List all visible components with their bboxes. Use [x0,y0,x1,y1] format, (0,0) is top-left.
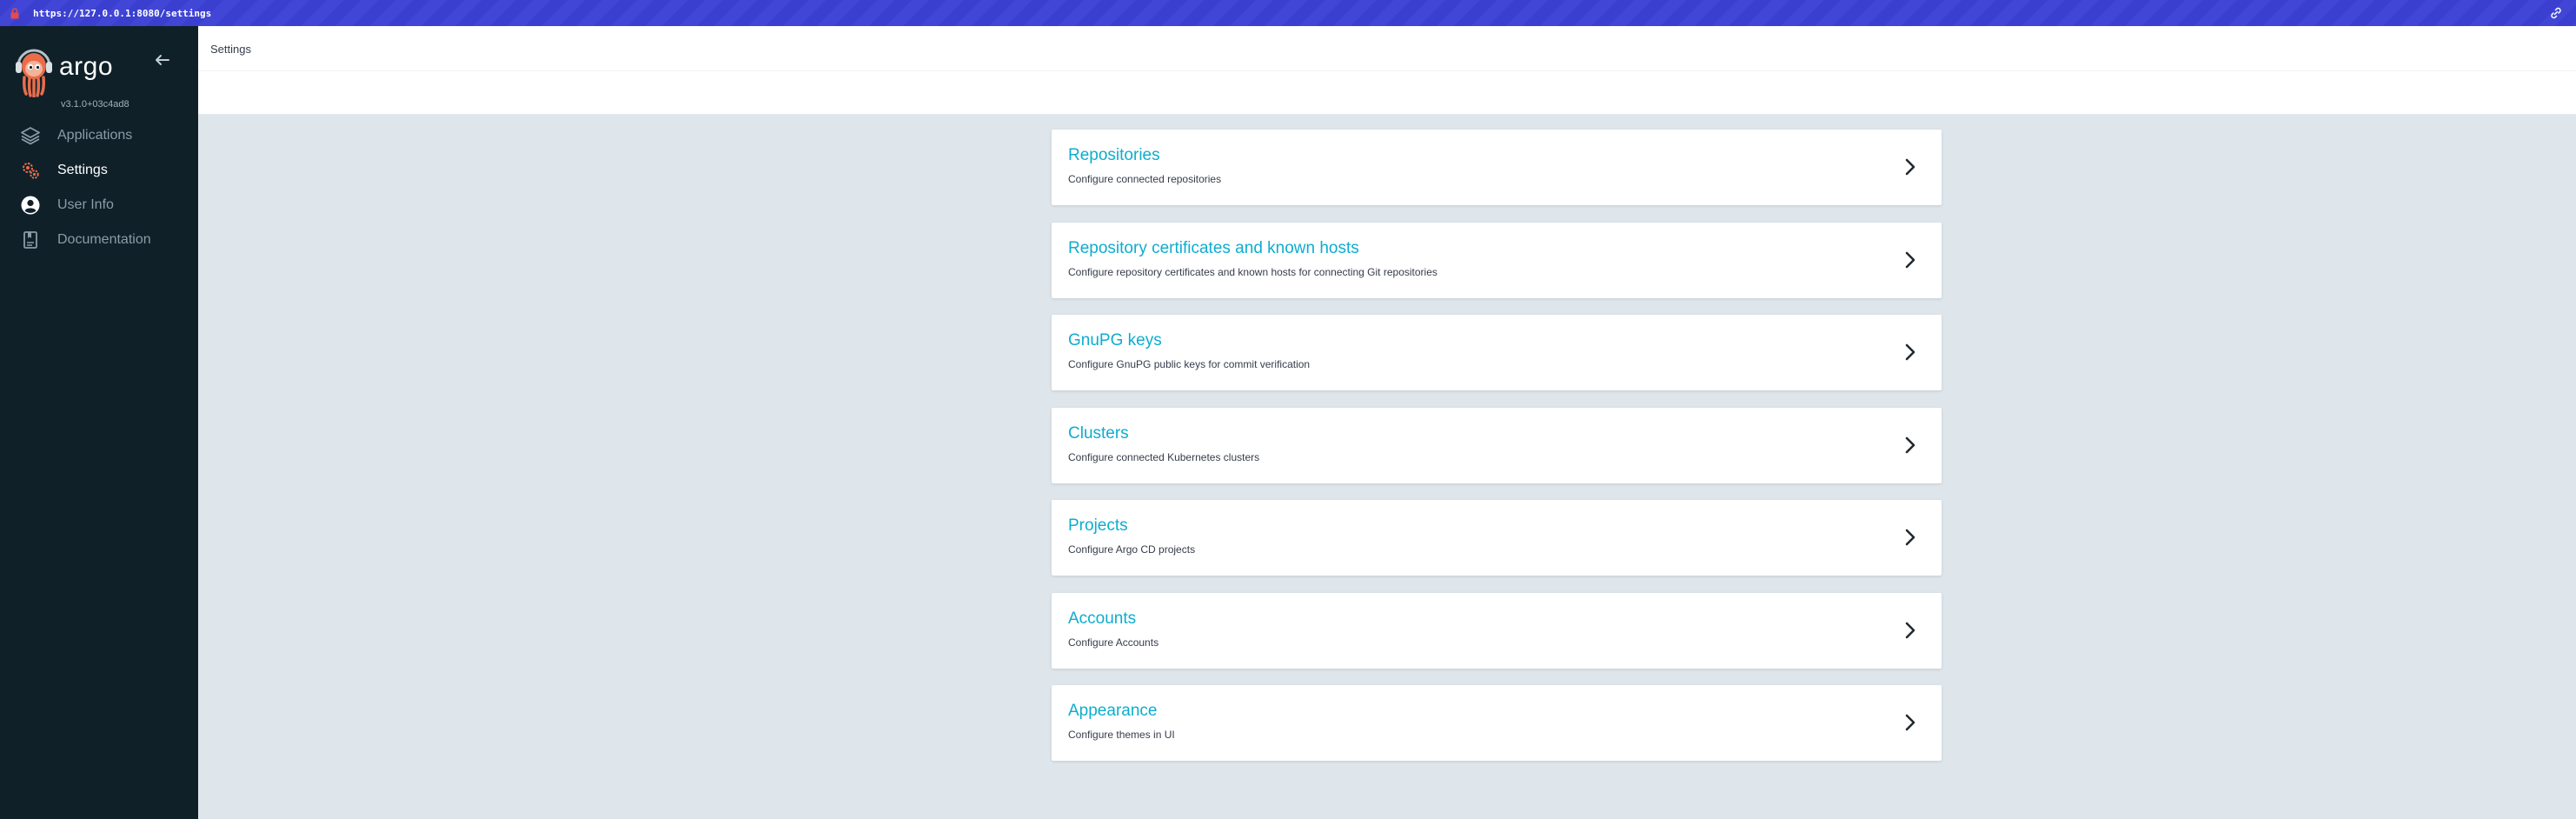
sidebar-item-applications[interactable]: Applications [0,118,198,153]
url-bar: https://127.0.0.1:8080/settings [0,0,2576,26]
page-title: Settings [210,43,251,56]
user-circle-icon [19,194,42,216]
argo-logo-icon [12,47,56,98]
layers-icon [19,124,42,147]
insecure-lock-icon [9,7,21,19]
chevron-right-icon[interactable] [1902,528,1919,547]
sidebar-item-documentation[interactable]: Documentation [0,223,198,257]
settings-card-projects[interactable]: Projects Configure Argo CD projects [1052,500,1942,576]
link-icon[interactable] [2548,5,2564,21]
sidebar-item-label: User Info [57,197,114,212]
url-text[interactable]: https://127.0.0.1:8080/settings [33,8,211,19]
card-title[interactable]: Projects [1068,516,1128,536]
sidebar-item-settings[interactable]: Settings [0,153,198,188]
card-title[interactable]: Repositories [1068,146,1160,165]
sidebar-nav: Applications Settings User Info Document… [0,118,198,257]
chevron-right-icon[interactable] [1902,436,1919,455]
card-description: Configure repository certificates and kn… [1068,265,1437,278]
settings-card-clusters[interactable]: Clusters Configure connected Kubernetes … [1052,407,1942,483]
card-title[interactable]: Appearance [1068,702,1157,721]
settings-card-gnupg-keys[interactable]: GnuPG keys Configure GnuPG public keys f… [1052,315,1942,390]
chevron-right-icon[interactable] [1902,713,1919,732]
chevron-right-icon[interactable] [1902,621,1919,640]
card-description: Configure GnuPG public keys for commit v… [1068,358,1311,370]
chevron-right-icon[interactable] [1902,343,1919,362]
card-description: Configure connected repositories [1068,173,1222,185]
card-title[interactable]: GnuPG keys [1068,331,1162,350]
collapse-sidebar-button[interactable] [151,49,174,71]
card-title[interactable]: Clusters [1068,424,1129,443]
sidebar-item-label: Settings [57,163,108,177]
page-header: Settings [198,26,2576,115]
card-title[interactable]: Repository certificates and known hosts [1068,239,1359,258]
chevron-right-icon[interactable] [1902,157,1919,176]
sidebar: argo v3.1.0+03c4ad8 Applications Setting… [0,26,198,819]
card-description: Configure themes in UI [1068,729,1175,741]
card-description: Configure Accounts [1068,636,1159,649]
settings-card-repositories[interactable]: Repositories Configure connected reposit… [1052,130,1942,205]
card-description: Configure Argo CD projects [1068,543,1196,556]
settings-card-appearance[interactable]: Appearance Configure themes in UI [1052,685,1942,761]
settings-list: Repositories Configure connected reposit… [1052,130,1942,778]
version-label: v3.1.0+03c4ad8 [61,99,129,110]
sidebar-item-user-info[interactable]: User Info [0,188,198,223]
card-description: Configure connected Kubernetes clusters [1068,450,1260,463]
sidebar-item-label: Applications [57,128,133,143]
settings-card-certificates[interactable]: Repository certificates and known hosts … [1052,222,1942,298]
header-divider [198,70,2576,71]
card-title[interactable]: Accounts [1068,609,1136,629]
gears-icon [19,159,42,182]
sidebar-item-label: Documentation [57,232,151,247]
book-icon [19,229,42,251]
settings-card-accounts[interactable]: Accounts Configure Accounts [1052,592,1942,669]
chevron-right-icon[interactable] [1902,250,1919,270]
brand-name: argo [59,52,114,81]
